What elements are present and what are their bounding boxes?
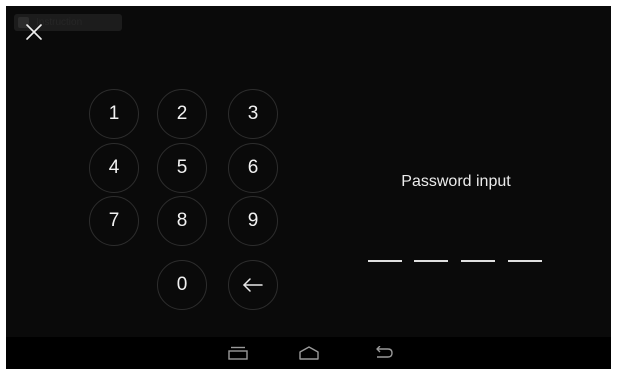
key-0[interactable]: 0 <box>157 260 207 310</box>
recent-apps-button[interactable] <box>218 337 258 369</box>
system-nav-bar <box>6 337 611 369</box>
key-8[interactable]: 8 <box>157 196 207 246</box>
backspace-button[interactable] <box>228 260 278 310</box>
back-button[interactable] <box>363 337 403 369</box>
key-5[interactable]: 5 <box>157 143 207 193</box>
pin-slot-1 <box>368 260 402 262</box>
key-7[interactable]: 7 <box>89 196 139 246</box>
app-screen: Instruction 1 2 3 4 5 6 7 8 9 0 Password… <box>6 6 611 369</box>
home-icon <box>299 346 319 360</box>
key-1[interactable]: 1 <box>89 89 139 139</box>
pin-slot-2 <box>414 260 448 262</box>
password-input-title: Password input <box>401 173 511 190</box>
home-button[interactable] <box>289 337 329 369</box>
key-9[interactable]: 9 <box>228 196 278 246</box>
key-4[interactable]: 4 <box>89 143 139 193</box>
key-2[interactable]: 2 <box>157 89 207 139</box>
back-icon <box>376 346 393 358</box>
pin-slot-3 <box>461 260 495 262</box>
key-6[interactable]: 6 <box>228 143 278 193</box>
recent-apps-icon <box>228 346 248 360</box>
numeric-keypad: 1 2 3 4 5 6 7 8 9 0 <box>6 6 306 326</box>
backspace-icon <box>243 278 263 292</box>
pin-slot-4 <box>508 260 542 262</box>
key-3[interactable]: 3 <box>228 89 278 139</box>
